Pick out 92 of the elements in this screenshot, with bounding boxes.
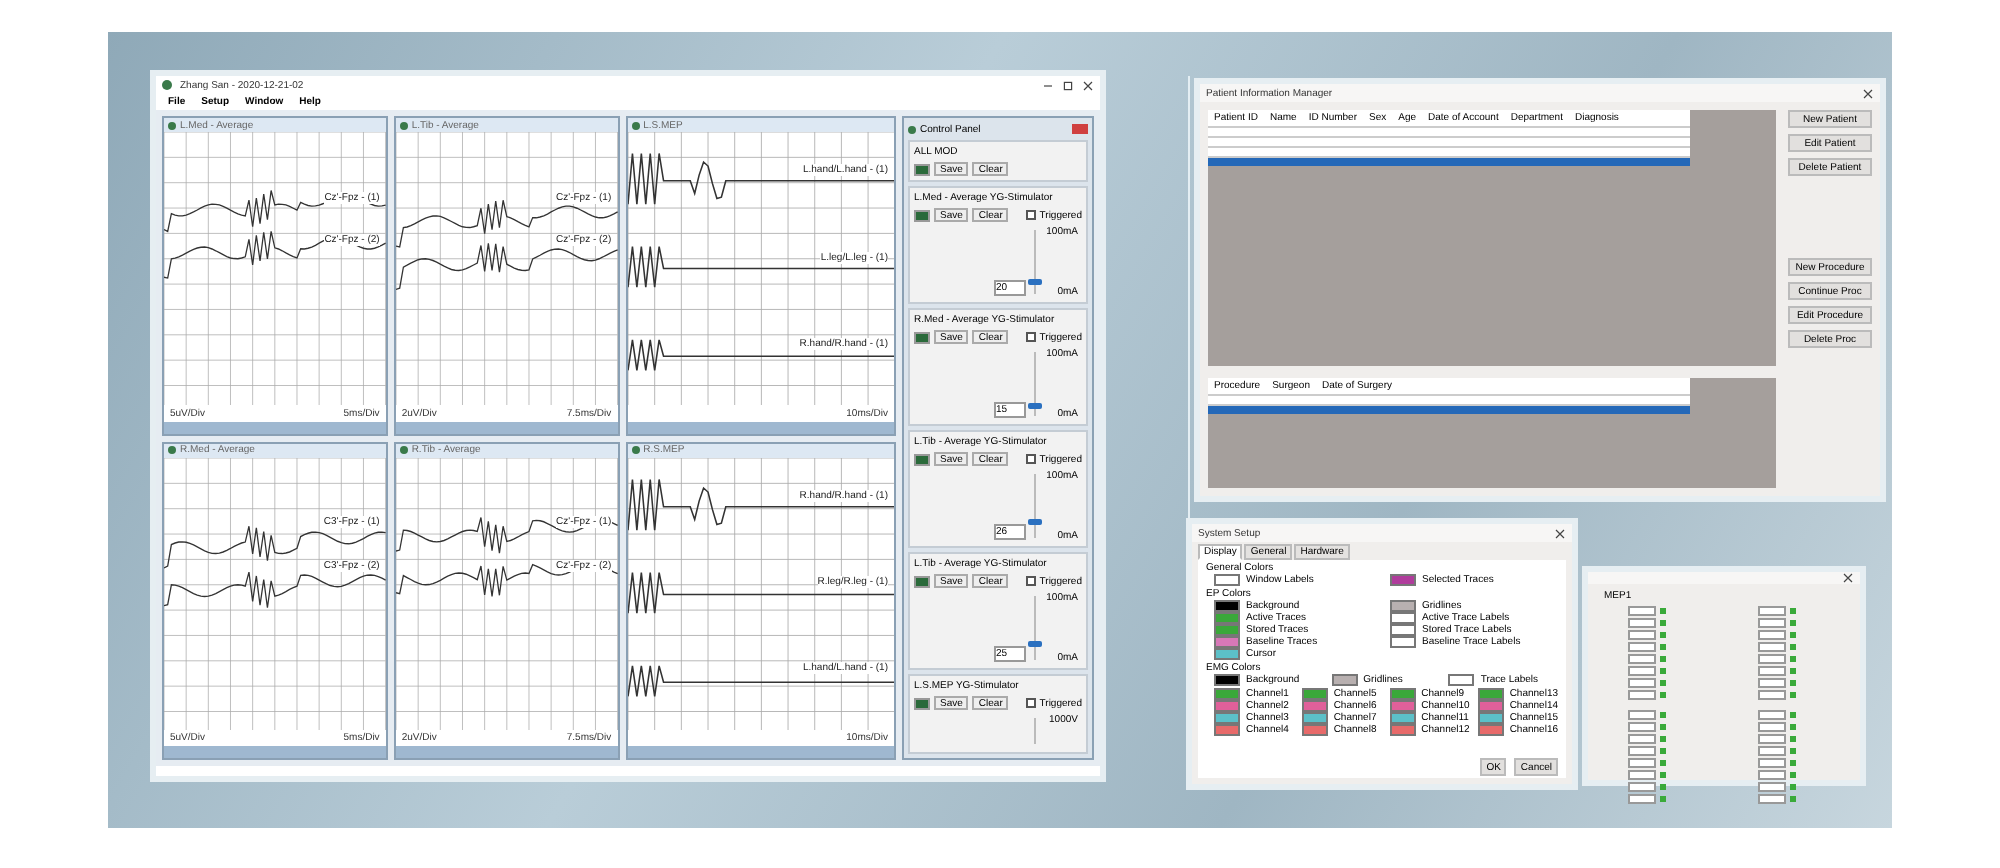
value-field[interactable] xyxy=(1758,770,1786,780)
indicator-icon xyxy=(914,163,930,175)
color-swatch[interactable] xyxy=(1214,712,1240,724)
slider-thumb[interactable] xyxy=(1028,641,1042,647)
color-swatch[interactable] xyxy=(1390,624,1416,636)
color-swatch[interactable] xyxy=(1390,636,1416,648)
slider-thumb[interactable] xyxy=(1028,518,1042,525)
color-swatch[interactable] xyxy=(1214,724,1240,736)
value-field[interactable] xyxy=(1758,710,1786,720)
value-field[interactable] xyxy=(1758,606,1786,616)
value-field[interactable] xyxy=(1628,722,1656,732)
color-swatch[interactable] xyxy=(1214,612,1240,624)
patient-row[interactable] xyxy=(1208,126,1691,136)
color-swatch[interactable] xyxy=(1390,612,1416,624)
triggered-checkbox[interactable] xyxy=(1025,210,1036,220)
indicator-icon xyxy=(914,209,930,221)
minimize-icon[interactable] xyxy=(1042,79,1054,91)
value-field[interactable] xyxy=(1758,794,1786,804)
value-field[interactable] xyxy=(1628,690,1656,700)
procedure-row[interactable] xyxy=(1208,403,1691,414)
value-field[interactable] xyxy=(1628,734,1656,744)
triggered-checkbox[interactable] xyxy=(1025,332,1036,342)
panel-icon xyxy=(908,125,916,133)
indicator-icon xyxy=(914,331,930,343)
value-field[interactable] xyxy=(1758,690,1786,700)
color-swatch[interactable] xyxy=(1390,600,1416,612)
slider-thumb[interactable] xyxy=(1028,403,1042,410)
indicator-icon xyxy=(914,575,930,587)
color-swatch[interactable] xyxy=(1389,688,1416,700)
color-swatch[interactable] xyxy=(1214,574,1240,586)
color-swatch[interactable] xyxy=(1214,648,1240,660)
value-field[interactable] xyxy=(1628,654,1656,664)
slider-thumb[interactable] xyxy=(1028,278,1042,285)
color-swatch[interactable] xyxy=(1214,700,1240,712)
color-swatch[interactable] xyxy=(1448,674,1475,686)
value-field[interactable] xyxy=(1758,734,1786,744)
value-field[interactable] xyxy=(1628,746,1656,756)
color-swatch[interactable] xyxy=(1331,674,1358,686)
patient-row[interactable] xyxy=(1208,146,1691,156)
value-field[interactable] xyxy=(1628,606,1656,616)
color-swatch[interactable] xyxy=(1477,688,1504,700)
value-field[interactable] xyxy=(1758,630,1786,640)
color-swatch[interactable] xyxy=(1301,700,1328,712)
value-field[interactable] xyxy=(1628,666,1656,676)
value-field[interactable] xyxy=(1758,782,1786,792)
pane-icon xyxy=(168,446,176,454)
maximize-icon[interactable] xyxy=(1062,79,1074,91)
color-swatch[interactable] xyxy=(1477,712,1504,724)
color-swatch[interactable] xyxy=(1301,712,1328,724)
value-field[interactable] xyxy=(1758,666,1786,676)
value-field[interactable] xyxy=(1628,618,1656,628)
value-field[interactable] xyxy=(1628,770,1656,780)
color-swatch[interactable] xyxy=(1301,724,1328,736)
pane-icon xyxy=(168,121,176,129)
value-field[interactable] xyxy=(1758,618,1786,628)
color-swatch[interactable] xyxy=(1477,700,1504,712)
value-field[interactable] xyxy=(1758,678,1786,688)
triggered-checkbox[interactable] xyxy=(1025,454,1036,464)
value-field[interactable] xyxy=(1628,758,1656,768)
indicator-icon xyxy=(914,453,930,465)
pane-icon xyxy=(631,446,640,454)
indicator-icon xyxy=(914,697,930,709)
value-field[interactable] xyxy=(1758,722,1786,732)
app-icon xyxy=(162,80,172,90)
value-field[interactable] xyxy=(1758,642,1786,652)
triggered-checkbox[interactable] xyxy=(1025,576,1036,586)
value-field[interactable] xyxy=(1628,794,1656,804)
pane-icon xyxy=(631,121,640,129)
color-swatch[interactable] xyxy=(1477,724,1504,736)
color-swatch[interactable] xyxy=(1214,674,1240,686)
value-field[interactable] xyxy=(1758,746,1786,756)
pane-icon xyxy=(399,446,408,454)
value-field[interactable] xyxy=(1758,758,1786,768)
value-field[interactable] xyxy=(1628,710,1656,720)
color-swatch[interactable] xyxy=(1389,700,1416,712)
pane-icon xyxy=(399,121,408,129)
patient-row[interactable] xyxy=(1208,136,1691,146)
color-swatch[interactable] xyxy=(1389,724,1416,736)
color-swatch[interactable] xyxy=(1214,636,1240,648)
color-swatch[interactable] xyxy=(1390,574,1416,586)
color-swatch[interactable] xyxy=(1214,688,1240,700)
triggered-checkbox[interactable] xyxy=(1025,698,1036,708)
patient-row[interactable] xyxy=(1208,156,1691,166)
color-swatch[interactable] xyxy=(1214,624,1240,636)
color-swatch[interactable] xyxy=(1389,712,1416,724)
value-field[interactable] xyxy=(1628,642,1656,652)
value-field[interactable] xyxy=(1758,654,1786,664)
color-swatch[interactable] xyxy=(1301,688,1328,700)
value-field[interactable] xyxy=(1628,678,1656,688)
value-field[interactable] xyxy=(1628,630,1656,640)
color-swatch[interactable] xyxy=(1214,600,1240,612)
value-field[interactable] xyxy=(1628,782,1656,792)
